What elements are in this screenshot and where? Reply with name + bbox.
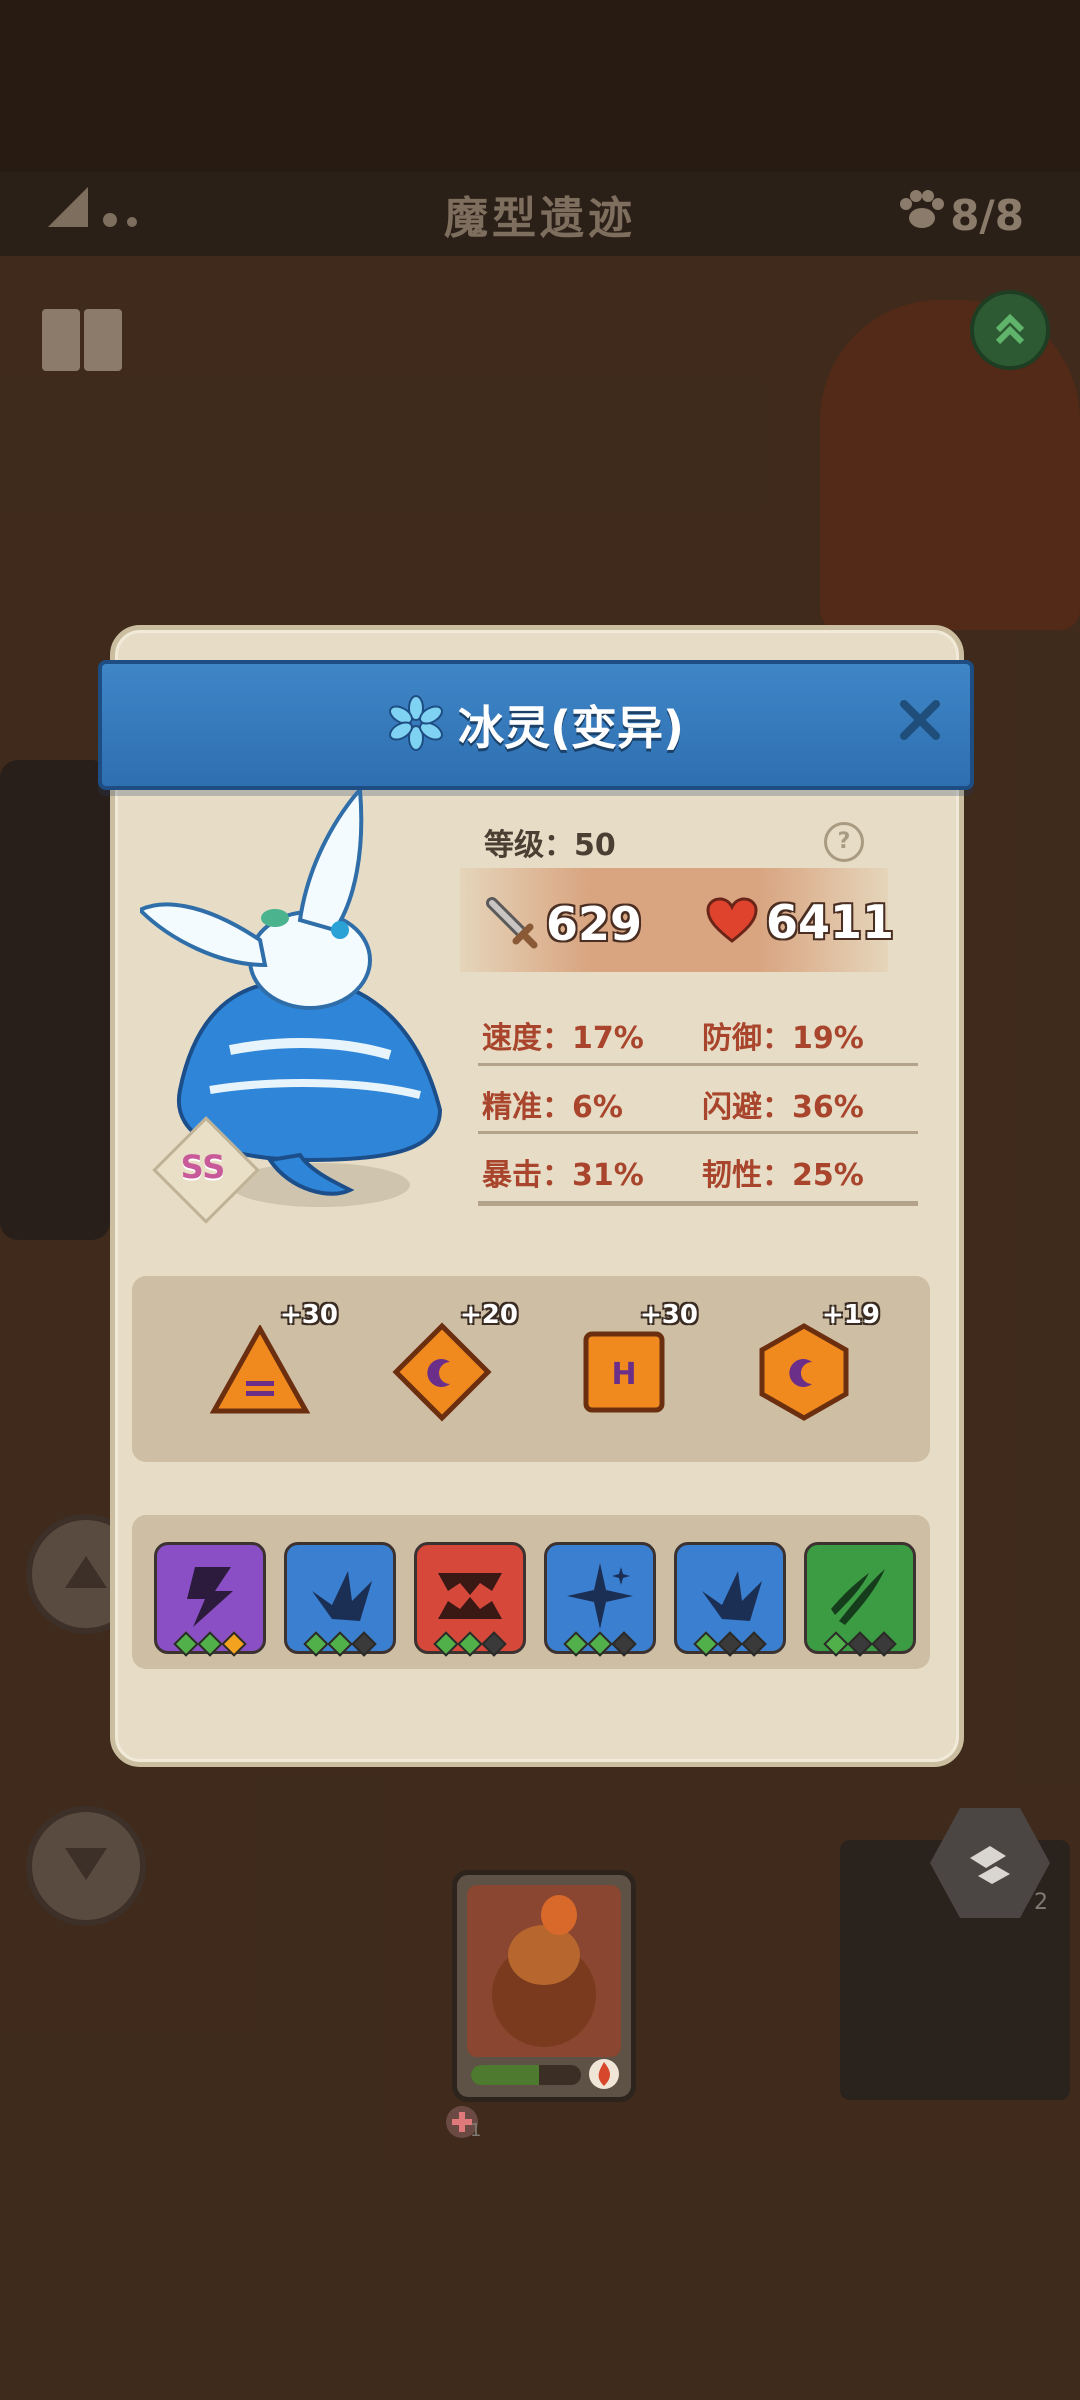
ice-element-icon (388, 695, 444, 755)
skill-slot[interactable] (674, 1542, 786, 1657)
triangle-up-icon (61, 1552, 111, 1596)
level-text: 等级：50 (484, 828, 616, 863)
speed-stat: 速度：17% (482, 1021, 644, 1056)
help-button[interactable]: ? (824, 822, 864, 862)
skill-level-pips (547, 1631, 653, 1657)
skill-slot[interactable] (284, 1542, 396, 1657)
double-chevron-up-icon (990, 308, 1030, 352)
paw-icon (898, 190, 945, 240)
evasion-stat: 闪避：36% (702, 1090, 864, 1125)
skill-level-pips (287, 1631, 393, 1657)
area-title: 魔型遗迹 (444, 193, 636, 244)
star-skill-icon (565, 1561, 635, 1635)
close-icon (898, 698, 942, 746)
attack-stat: 629 (484, 895, 642, 953)
monster-name: 冰灵(变异) (457, 701, 685, 755)
signal-icon (48, 182, 148, 236)
skill-level-pips (677, 1631, 783, 1657)
rune-bonus: +20 (460, 1300, 518, 1330)
monster-hp-fill (471, 2065, 540, 2085)
monster-card[interactable] (452, 1870, 636, 2102)
svg-text:H: H (611, 1357, 636, 1392)
attack-value: 629 (546, 897, 643, 951)
stones-icon (960, 1838, 1020, 1894)
hp-value: 6411 (766, 895, 895, 949)
close-button[interactable] (892, 694, 948, 750)
skill-slot[interactable] (414, 1542, 526, 1657)
skill-slot[interactable] (154, 1542, 266, 1657)
lightning-skill-icon (175, 1561, 245, 1635)
sword-icon (484, 895, 538, 953)
book-icon[interactable] (40, 305, 124, 379)
skill-level-pips (417, 1631, 523, 1657)
skill-level-pips (157, 1631, 263, 1657)
pet-count-text: 8/8 (950, 190, 1024, 240)
defense-stat: 防御：19% (702, 1021, 864, 1056)
skill-level-pips (807, 1631, 913, 1657)
hp-stat: 6411 (706, 895, 894, 949)
heart-icon (706, 897, 758, 947)
rune-bonus: +30 (640, 1300, 698, 1330)
stat-divider (478, 1201, 918, 1206)
pet-counter: 8/8 (898, 190, 1024, 240)
square-rune-icon[interactable]: H (574, 1322, 674, 1422)
fang-skill-icon (432, 1561, 508, 1635)
dialog-header: 冰灵(变异) (98, 660, 974, 790)
ice-wing-skill-icon (692, 1561, 768, 1635)
heal-count: 1 (470, 2120, 482, 2141)
upgrade-button[interactable] (970, 290, 1050, 370)
stat-divider (478, 1131, 918, 1134)
stat-divider (478, 1063, 918, 1066)
crit-stat: 暴击：31% (482, 1158, 644, 1193)
grade-text: SS (180, 1148, 226, 1186)
claw-skill-icon (825, 1561, 895, 1635)
monster-hp-bar (471, 2065, 581, 2085)
diamond-rune-icon[interactable] (392, 1322, 492, 1422)
hexagon-rune-icon[interactable] (754, 1322, 854, 1422)
toughness-stat: 韧性：25% (702, 1158, 864, 1193)
skill-slot[interactable] (804, 1542, 916, 1657)
triangle-rune-icon[interactable] (210, 1320, 310, 1420)
accuracy-stat: 精准：6% (482, 1090, 623, 1125)
rune-bonus: +19 (822, 1300, 880, 1330)
fire-monster-portrait (467, 1885, 621, 2057)
fire-element-icon (587, 2057, 621, 2095)
rune-bonus: +30 (280, 1300, 338, 1330)
stone-count: 2 (1034, 1890, 1048, 1915)
ice-wing-skill-icon (302, 1561, 378, 1635)
triangle-down-icon (61, 1844, 111, 1888)
skill-slot[interactable] (544, 1542, 656, 1657)
scroll-down-button[interactable] (26, 1806, 146, 1926)
game-scene: 魔型遗迹 8/8 2 1 冰灵(变异) SS 等级：50 ? 629 6411 … (0, 0, 1080, 2400)
